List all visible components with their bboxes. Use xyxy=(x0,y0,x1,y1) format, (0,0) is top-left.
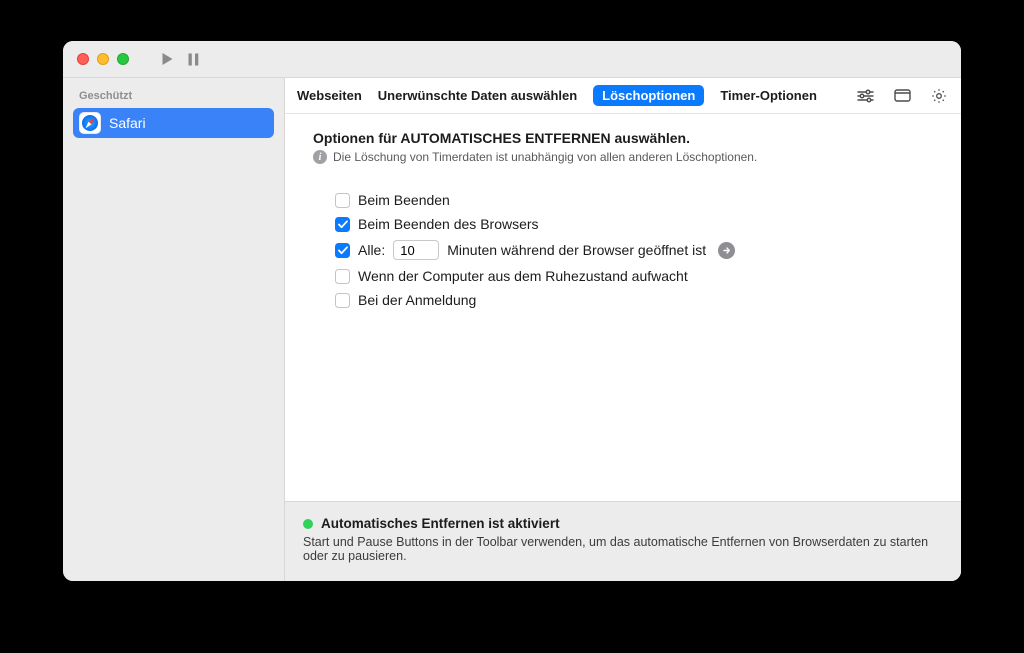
option-on-quit[interactable]: Beim Beenden xyxy=(335,192,933,208)
window-controls xyxy=(77,53,129,65)
checkbox-on-browser-quit[interactable] xyxy=(335,217,350,232)
option-label: Beim Beenden des Browsers xyxy=(358,216,539,232)
sidebar-section-header: Geschützt xyxy=(73,86,274,108)
status-text: Automatisches Entfernen ist aktiviert xyxy=(321,516,560,531)
options-list: Beim Beenden Beim Beenden des Browsers A… xyxy=(335,192,933,308)
option-on-login[interactable]: Bei der Anmeldung xyxy=(335,292,933,308)
option-every-n-minutes[interactable]: Alle: Minuten während der Browser geöffn… xyxy=(335,240,933,260)
tab-delete-options[interactable]: Löschoptionen xyxy=(593,85,704,106)
info-icon: i xyxy=(313,150,327,164)
option-on-wake[interactable]: Wenn der Computer aus dem Ruhezustand au… xyxy=(335,268,933,284)
zoom-window-button[interactable] xyxy=(117,53,129,65)
safari-app-icon xyxy=(79,112,101,134)
option-every-prefix: Alle: xyxy=(358,242,385,258)
tab-websites[interactable]: Webseiten xyxy=(297,88,362,103)
section-title: Optionen für AUTOMATISCHES ENTFERNEN aus… xyxy=(313,130,933,146)
main-panel: Webseiten Unerwünschte Daten auswählen L… xyxy=(285,78,961,581)
tab-timer-options[interactable]: Timer-Optionen xyxy=(720,88,817,103)
checkbox-every[interactable] xyxy=(335,243,350,258)
close-window-button[interactable] xyxy=(77,53,89,65)
play-icon[interactable] xyxy=(161,52,174,66)
sidebar-item-label: Safari xyxy=(109,115,146,131)
arrow-right-circle-icon[interactable] xyxy=(718,242,735,259)
sidebar-item-safari[interactable]: Safari xyxy=(73,108,274,138)
sliders-icon[interactable] xyxy=(855,87,876,105)
checkbox-on-quit[interactable] xyxy=(335,193,350,208)
option-label: Bei der Anmeldung xyxy=(358,292,476,308)
option-on-browser-quit[interactable]: Beim Beenden des Browsers xyxy=(335,216,933,232)
minimize-window-button[interactable] xyxy=(97,53,109,65)
option-every-suffix: Minuten während der Browser geöffnet ist xyxy=(447,242,706,258)
window-icon[interactable] xyxy=(892,87,913,104)
checkbox-on-wake[interactable] xyxy=(335,269,350,284)
status-footer: Automatisches Entfernen ist aktiviert St… xyxy=(285,501,961,581)
pause-icon[interactable] xyxy=(188,53,199,66)
tab-unwanted-data[interactable]: Unerwünschte Daten auswählen xyxy=(378,88,577,103)
minutes-input[interactable] xyxy=(393,240,439,260)
status-indicator-dot xyxy=(303,519,313,529)
app-window: Geschützt Safari Webseiten Unerwünschte … xyxy=(63,41,961,581)
info-text: Die Löschung von Timerdaten ist unabhäng… xyxy=(333,150,757,164)
content-area: Optionen für AUTOMATISCHES ENTFERNEN aus… xyxy=(285,114,961,501)
checkbox-on-login[interactable] xyxy=(335,293,350,308)
gear-icon[interactable] xyxy=(929,86,949,106)
sidebar: Geschützt Safari xyxy=(63,78,285,581)
info-row: i Die Löschung von Timerdaten ist unabhä… xyxy=(313,150,933,164)
titlebar xyxy=(63,41,961,77)
option-label: Beim Beenden xyxy=(358,192,450,208)
status-hint: Start und Pause Buttons in der Toolbar v… xyxy=(303,535,943,563)
tab-bar: Webseiten Unerwünschte Daten auswählen L… xyxy=(285,78,961,114)
option-label: Wenn der Computer aus dem Ruhezustand au… xyxy=(358,268,688,284)
